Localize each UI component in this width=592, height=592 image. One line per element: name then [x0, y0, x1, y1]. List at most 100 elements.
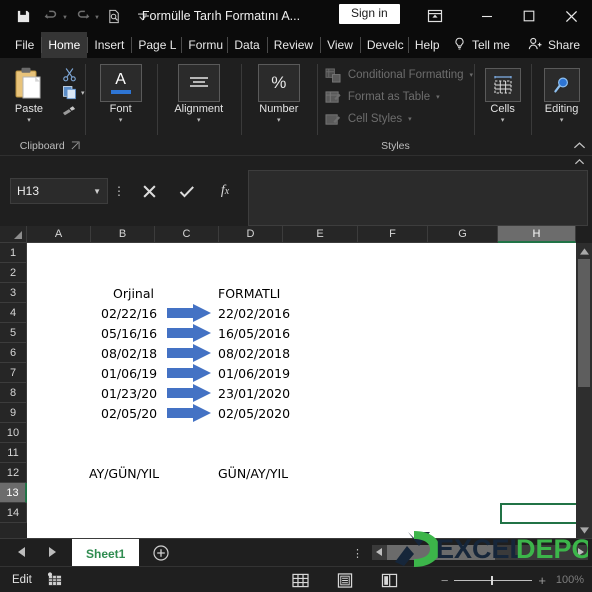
sheet-tab-sheet1[interactable]: Sheet1	[72, 539, 140, 566]
hscroll-right-icon[interactable]	[573, 547, 588, 558]
cut-icon[interactable]	[57, 66, 81, 83]
undo-icon[interactable]	[38, 4, 64, 28]
tab-data[interactable]: Data	[227, 32, 266, 58]
redo-button[interactable]: ▼	[70, 4, 100, 28]
row-header-9[interactable]: 9	[0, 403, 27, 423]
row-header-11[interactable]: 11	[0, 443, 27, 463]
column-header-d[interactable]: D	[219, 226, 283, 243]
alignment-button[interactable]: Alignment ▾	[157, 64, 241, 124]
sign-in-button[interactable]: Sign in	[339, 4, 400, 25]
row-header-6[interactable]: 6	[0, 343, 27, 363]
scroll-up-icon[interactable]	[576, 243, 592, 259]
row-header-7[interactable]: 7	[0, 363, 27, 383]
hscroll-left-icon[interactable]	[372, 547, 387, 558]
tab-help[interactable]: Help	[407, 32, 447, 58]
clipboard-dialog-launcher-icon[interactable]	[71, 141, 80, 152]
share-button[interactable]: Share	[520, 37, 588, 54]
scroll-down-icon[interactable]	[576, 522, 592, 538]
expand-formula-bar-icon[interactable]	[574, 158, 585, 168]
tab-page-layout[interactable]: Page L	[131, 32, 181, 58]
maximize-icon[interactable]	[508, 0, 550, 32]
fx-icon[interactable]: fx	[206, 178, 244, 204]
column-header-a[interactable]: A	[27, 226, 91, 243]
sheet-canvas[interactable]: Orjinal FORMATLI 02/22/16 22/02/2016 05/…	[27, 243, 592, 538]
row-header-5[interactable]: 5	[0, 323, 27, 343]
row-header-2[interactable]: 2	[0, 263, 27, 283]
confirm-check-icon[interactable]	[168, 178, 206, 204]
collapse-ribbon-icon[interactable]	[573, 141, 586, 153]
conditional-formatting-button[interactable]: Conditional Formatting ▾	[325, 64, 473, 86]
conditional-formatting-caret-icon[interactable]: ▾	[470, 71, 474, 79]
zoom-out-button[interactable]: −	[441, 573, 449, 588]
cells-button[interactable]: Cells ▾	[475, 64, 531, 124]
alignment-caret-icon[interactable]: ▾	[197, 116, 201, 124]
row-header-4[interactable]: 4	[0, 303, 27, 323]
accessibility-checker-icon[interactable]	[46, 572, 63, 587]
sheet-bar-more-icon[interactable]: ⋮	[352, 539, 363, 567]
row-header-3[interactable]: 3	[0, 283, 27, 303]
tab-developer[interactable]: Develc	[359, 32, 408, 58]
name-box[interactable]: H13 ▼	[10, 178, 108, 204]
sheet-prev-icon[interactable]	[18, 546, 26, 559]
column-header-g[interactable]: G	[428, 226, 498, 243]
minimize-icon[interactable]	[466, 0, 508, 32]
row-header-13[interactable]: 13	[0, 483, 27, 503]
vertical-scroll-thumb[interactable]	[578, 259, 590, 387]
format-painter-icon[interactable]	[57, 102, 81, 119]
horizontal-scrollbar[interactable]	[372, 545, 588, 560]
tab-formulas[interactable]: Formu	[181, 32, 227, 58]
ribbon-display-options-icon[interactable]	[418, 0, 452, 32]
row-header-8[interactable]: 8	[0, 383, 27, 403]
font-button[interactable]: A Font ▾	[96, 64, 146, 124]
paste-button[interactable]: Paste ▾	[4, 64, 54, 124]
page-layout-view-icon[interactable]	[337, 572, 353, 588]
column-header-f[interactable]: F	[358, 226, 428, 243]
row-header-12[interactable]: 12	[0, 463, 27, 483]
row-header-10[interactable]: 10	[0, 423, 27, 443]
number-caret-icon[interactable]: ▾	[277, 116, 281, 124]
column-header-e[interactable]: E	[283, 226, 358, 243]
formula-bar-more-icon[interactable]: ⋮	[108, 184, 130, 198]
vertical-scroll-track[interactable]	[576, 259, 592, 522]
paste-caret-icon[interactable]: ▾	[27, 116, 31, 124]
print-preview-icon[interactable]	[102, 4, 128, 28]
selected-cell-h13[interactable]	[500, 503, 579, 524]
page-break-preview-icon[interactable]	[381, 573, 398, 588]
redo-icon[interactable]	[70, 4, 96, 28]
tab-view[interactable]: View	[320, 32, 360, 58]
editing-caret-icon[interactable]: ▾	[560, 116, 564, 124]
copy-icon[interactable]	[57, 84, 81, 101]
font-caret-icon[interactable]: ▾	[119, 116, 123, 124]
cancel-x-icon[interactable]	[130, 178, 168, 204]
save-icon[interactable]	[10, 4, 36, 28]
undo-caret-icon[interactable]: ▼	[62, 15, 68, 21]
tab-insert[interactable]: Insert	[87, 32, 131, 58]
zoom-in-button[interactable]: +	[538, 573, 546, 588]
formula-input[interactable]	[248, 158, 588, 226]
tell-me-button[interactable]: Tell me	[447, 37, 516, 54]
tab-file[interactable]: File	[8, 32, 41, 58]
column-header-h[interactable]: H	[498, 226, 576, 243]
column-header-c[interactable]: C	[155, 226, 219, 243]
format-as-table-caret-icon[interactable]: ▾	[436, 93, 440, 101]
zoom-slider[interactable]	[454, 575, 533, 585]
cell-styles-caret-icon[interactable]: ▾	[408, 115, 412, 123]
sheet-next-icon[interactable]	[48, 546, 56, 559]
customize-quick-access-toolbar-icon[interactable]	[130, 4, 156, 28]
editing-button[interactable]: Editing ▾	[532, 64, 592, 124]
zoom-slider-handle[interactable]	[491, 575, 494, 585]
cell-styles-button[interactable]: Cell Styles ▾	[325, 108, 412, 130]
tab-review[interactable]: Review	[266, 32, 320, 58]
row-header-14[interactable]: 14	[0, 503, 27, 523]
select-all-corner[interactable]	[0, 226, 27, 243]
horizontal-scroll-track[interactable]	[387, 545, 573, 560]
close-icon[interactable]	[550, 0, 592, 32]
format-as-table-button[interactable]: Format as Table ▾	[325, 86, 440, 108]
vertical-scrollbar[interactable]	[576, 243, 592, 538]
horizontal-scroll-thumb[interactable]	[387, 545, 495, 560]
normal-view-icon[interactable]	[292, 573, 309, 588]
number-button[interactable]: % Number ▾	[241, 64, 317, 124]
zoom-level-label[interactable]: 100%	[552, 574, 584, 586]
redo-caret-icon[interactable]: ▼	[94, 15, 100, 21]
undo-button[interactable]: ▼	[38, 4, 68, 28]
